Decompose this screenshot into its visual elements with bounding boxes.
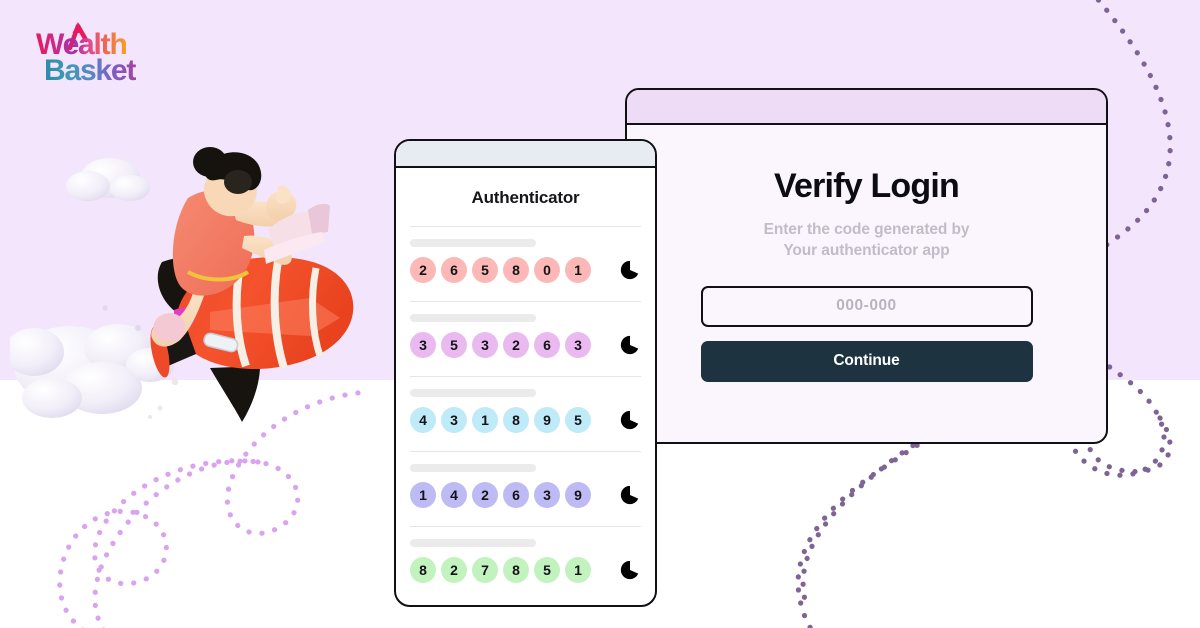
authenticator-phone-card: Authenticator 26580135326343189514263982…	[394, 139, 657, 607]
code-digit: 6	[441, 257, 467, 283]
code-digit: 2	[441, 557, 467, 583]
rocket-illustration	[10, 147, 354, 422]
code-line: 827851	[410, 557, 641, 583]
pie-timer-icon	[620, 260, 639, 280]
code-digits: 827851	[410, 557, 615, 583]
code-digit: 6	[534, 332, 560, 358]
code-digit: 6	[503, 482, 529, 508]
cloud-small-top	[66, 158, 150, 201]
verify-card-titlebar	[627, 90, 1106, 125]
pie-timer-icon	[620, 410, 639, 430]
code-digit: 4	[410, 407, 436, 433]
cloud-exhaust	[10, 305, 179, 419]
account-name-placeholder	[410, 464, 536, 472]
pie-timer-icon	[620, 335, 639, 355]
code-line: 265801	[410, 257, 641, 283]
verify-subtitle: Enter the code generated by Your authent…	[675, 220, 1058, 262]
code-digit: 2	[410, 257, 436, 283]
verify-subtitle-line2: Your authenticator app	[783, 241, 950, 259]
code-digit: 1	[565, 257, 591, 283]
phone-status-bar	[396, 141, 655, 168]
code-digit: 8	[503, 257, 529, 283]
otp-code-input[interactable]	[700, 285, 1033, 327]
code-digit: 1	[410, 482, 436, 508]
verify-subtitle-line1: Enter the code generated by	[763, 221, 970, 238]
code-digit: 5	[565, 407, 591, 433]
code-line: 142639	[410, 482, 641, 508]
code-digit: 2	[472, 482, 498, 508]
code-digit: 8	[410, 557, 436, 583]
code-digit: 3	[441, 407, 467, 433]
code-digit: 3	[565, 332, 591, 358]
code-digits: 142639	[410, 482, 615, 508]
code-digits: 265801	[410, 257, 615, 283]
authenticator-code-list: 265801353263431895142639827851	[396, 226, 655, 583]
code-digit: 8	[503, 407, 529, 433]
continue-button[interactable]: Continue	[700, 340, 1033, 382]
code-digit: 9	[534, 407, 560, 433]
page-title: Verify Login	[774, 167, 960, 205]
account-name-placeholder	[410, 539, 536, 547]
account-name-placeholder	[410, 389, 536, 397]
wealthbasket-logo[interactable]: Wealth Basket	[26, 18, 206, 86]
verify-login-card: Verify Login Enter the code generated by…	[625, 88, 1108, 444]
code-digit: 3	[534, 482, 560, 508]
authenticator-code-row[interactable]: 353263	[396, 302, 655, 358]
code-digit: 4	[441, 482, 467, 508]
account-name-placeholder	[410, 239, 536, 247]
pie-timer-icon	[620, 560, 639, 580]
code-digit: 1	[565, 557, 591, 583]
screenshot-root: Wealth Basket Verify Login Enter the cod…	[0, 0, 1200, 628]
code-digit: 5	[441, 332, 467, 358]
code-digit: 2	[503, 332, 529, 358]
code-digit: 7	[472, 557, 498, 583]
verify-card-body: Verify Login Enter the code generated by…	[627, 167, 1106, 382]
code-digit: 5	[534, 557, 560, 583]
code-line: 431895	[410, 407, 641, 433]
code-digit: 3	[410, 332, 436, 358]
code-digit: 3	[472, 332, 498, 358]
svg-text:Basket: Basket	[44, 54, 136, 86]
authenticator-code-row[interactable]: 142639	[396, 452, 655, 508]
code-digit: 0	[534, 257, 560, 283]
pie-timer-icon	[620, 485, 639, 505]
authenticator-code-row[interactable]: 431895	[396, 377, 655, 433]
code-digit: 1	[472, 407, 498, 433]
code-digits: 353263	[410, 332, 615, 358]
code-digit: 8	[503, 557, 529, 583]
authenticator-code-row[interactable]: 265801	[396, 227, 655, 283]
code-digit: 9	[565, 482, 591, 508]
code-digit: 5	[472, 257, 498, 283]
authenticator-code-row[interactable]: 827851	[396, 527, 655, 583]
account-name-placeholder	[410, 314, 536, 322]
code-digits: 431895	[410, 407, 615, 433]
authenticator-title: Authenticator	[471, 188, 580, 207]
code-line: 353263	[410, 332, 641, 358]
